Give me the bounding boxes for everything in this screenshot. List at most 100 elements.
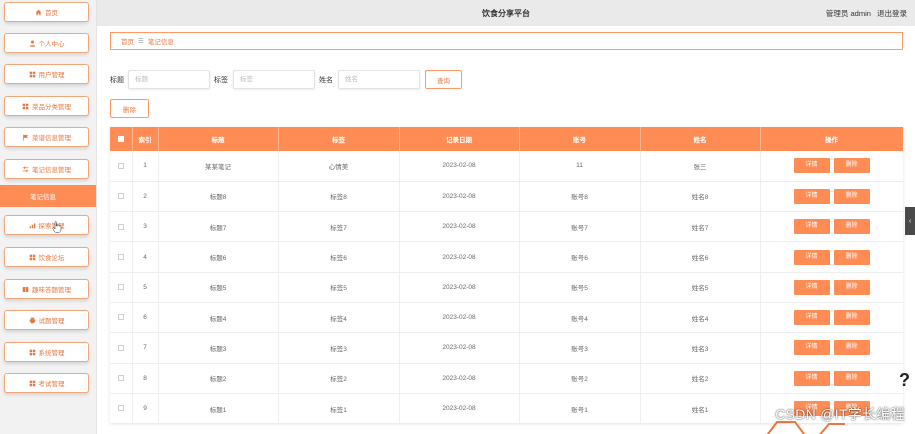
- tag-search-input[interactable]: [233, 70, 315, 89]
- select-all-cell[interactable]: [110, 127, 133, 151]
- cell-name: 姓名4: [640, 302, 761, 334]
- row-checkbox[interactable]: [117, 223, 124, 230]
- delete-button[interactable]: 删除: [833, 310, 870, 326]
- sidebar-item-questions[interactable]: 试题管理: [4, 310, 89, 330]
- query-button[interactable]: 查询: [425, 70, 462, 89]
- sidebar-item-users[interactable]: 用户管理: [4, 64, 89, 84]
- sidebar-subitem-notes[interactable]: 笔记信息: [0, 185, 96, 207]
- row-checkbox[interactable]: [117, 405, 124, 412]
- sidebar-item-label: 用户管理: [38, 72, 65, 79]
- table-row: 5 标题5 标签5 2023-02-08 账号5 姓名5 详情 删除: [110, 272, 903, 303]
- name-filter-label: 姓名: [319, 77, 333, 84]
- cell-tag: 心情美: [278, 151, 400, 182]
- breadcrumb-current: 笔记信息: [147, 39, 174, 46]
- cell-date: 2023-02-08: [399, 332, 520, 364]
- row-checkbox[interactable]: [117, 344, 124, 351]
- sidebar-item-recipe[interactable]: 菜谱信息管理: [4, 127, 89, 147]
- cell-index: 8: [132, 363, 159, 394]
- row-select-cell[interactable]: [110, 211, 133, 243]
- cell-tag: 标签4: [278, 302, 400, 334]
- cell-date: 2023-02-08: [399, 151, 520, 182]
- select-all-checkbox[interactable]: [117, 135, 124, 142]
- detail-button[interactable]: 详情: [793, 279, 830, 295]
- row-select-cell[interactable]: [110, 272, 133, 303]
- logout-link[interactable]: 退出登录: [877, 9, 907, 18]
- printer-icon: [29, 317, 36, 324]
- column-header: 账号: [519, 127, 641, 151]
- cell-account: 账号2: [519, 363, 641, 394]
- cell-title: 标题3: [158, 332, 279, 364]
- delete-button[interactable]: 删除: [833, 188, 870, 204]
- delete-button[interactable]: 删除: [833, 219, 870, 235]
- row-checkbox[interactable]: [117, 253, 124, 260]
- grid-icon: [29, 349, 36, 356]
- detail-button[interactable]: 详情: [793, 310, 830, 326]
- sidebar-item-dish-category[interactable]: 菜品分类管理: [4, 96, 89, 116]
- header-user-area: 管理员 admin 退出登录: [822, 8, 907, 19]
- sidebar-item-label: 试题管理: [38, 318, 65, 325]
- home-icon: [35, 9, 42, 16]
- row-checkbox[interactable]: [117, 284, 124, 291]
- delete-button[interactable]: 删除: [833, 158, 870, 174]
- sidebar-item-label: 系统管理: [38, 350, 65, 357]
- delete-button[interactable]: 删除: [833, 279, 870, 295]
- row-checkbox[interactable]: [117, 193, 124, 200]
- sidebar-item-system[interactable]: 系统管理: [4, 342, 89, 362]
- collapse-panel-tab[interactable]: ‹: [905, 207, 915, 235]
- top-header: 饮食分享平台 管理员 admin 退出登录: [97, 0, 915, 26]
- row-select-cell[interactable]: [110, 302, 133, 334]
- sidebar-item-notes-manage[interactable]: 笔记信息管理: [4, 159, 89, 179]
- table-row: 6 标题4 标签4 2023-02-08 账号4 姓名4 详情 删除: [110, 302, 903, 334]
- cell-tag: 标签3: [278, 332, 400, 364]
- row-select-cell[interactable]: [110, 332, 133, 364]
- cell-title: 标题5: [158, 272, 279, 303]
- cell-actions: 详情 删除: [760, 211, 903, 243]
- sidebar-item-profile[interactable]: 个人中心: [4, 33, 89, 53]
- cell-name: 姓名6: [640, 241, 761, 273]
- cell-title: 某某笔记: [158, 151, 279, 182]
- delete-button[interactable]: 删除: [833, 249, 870, 265]
- cell-name: 姓名2: [640, 363, 761, 394]
- row-select-cell[interactable]: [110, 151, 133, 182]
- detail-button[interactable]: 详情: [793, 249, 830, 265]
- row-select-cell[interactable]: [110, 181, 133, 213]
- detail-button[interactable]: 详情: [793, 340, 830, 356]
- sidebar-item-home[interactable]: 首页: [4, 2, 89, 22]
- sidebar-item-exam[interactable]: 考试管理: [4, 373, 89, 393]
- chevron-left-icon: ‹: [908, 217, 912, 225]
- detail-button[interactable]: 详情: [793, 158, 830, 174]
- table-row: 1 某某笔记 心情美 2023-02-08 11 张三 详情 删除: [110, 151, 903, 182]
- cell-date: 2023-02-08: [399, 181, 520, 213]
- person-icon: [29, 40, 36, 47]
- sidebar-item-quiz[interactable]: 趣味答题管理: [4, 279, 89, 299]
- delete-button[interactable]: 删除: [833, 370, 870, 386]
- name-search-input[interactable]: [338, 70, 420, 89]
- detail-button[interactable]: 详情: [793, 219, 830, 235]
- cell-tag: 标签5: [278, 272, 400, 303]
- row-select-cell[interactable]: [110, 363, 133, 394]
- grid-icon: [29, 71, 36, 78]
- batch-delete-button[interactable]: 删除: [110, 99, 149, 118]
- row-checkbox[interactable]: [117, 375, 124, 381]
- sidebar-item-forum[interactable]: 饮食论坛: [4, 247, 89, 267]
- table-header-row: 索引 标题 标签 记录日期 账号 姓名 操作: [110, 127, 903, 151]
- row-select-cell[interactable]: [110, 393, 133, 423]
- detail-button[interactable]: 详情: [793, 370, 830, 386]
- column-header: 操作: [760, 127, 903, 151]
- breadcrumb-home[interactable]: 首页: [121, 36, 134, 46]
- cell-index: 3: [132, 211, 159, 243]
- title-search-input[interactable]: [128, 70, 210, 89]
- row-checkbox[interactable]: [117, 162, 124, 169]
- cell-title: 标题4: [158, 302, 279, 334]
- tag-filter-label: 标签: [214, 77, 228, 84]
- detail-button[interactable]: 详情: [793, 188, 830, 204]
- cell-account: 账号1: [519, 393, 641, 423]
- row-checkbox[interactable]: [117, 314, 124, 321]
- cell-tag: 标签1: [278, 393, 400, 423]
- sidebar-item-explore[interactable]: 探索管理: [4, 215, 89, 235]
- cell-tag: 标签8: [278, 181, 400, 213]
- question-mark-icon: ?: [899, 370, 910, 390]
- row-select-cell[interactable]: [110, 241, 133, 273]
- delete-button[interactable]: 删除: [833, 340, 870, 356]
- cell-actions: 详情 删除: [760, 302, 903, 334]
